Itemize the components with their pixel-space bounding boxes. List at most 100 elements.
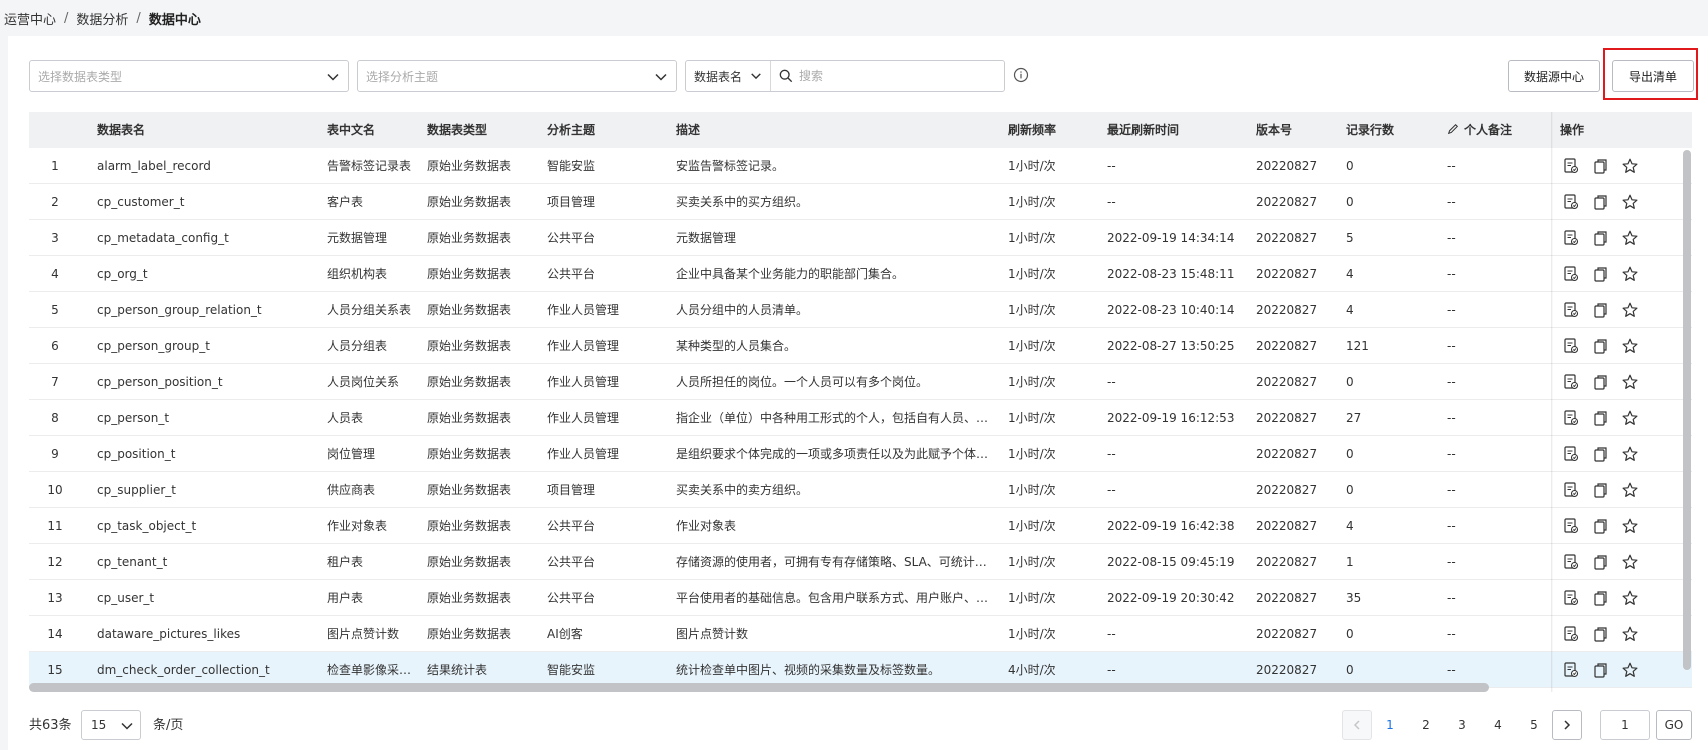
copy-icon[interactable] xyxy=(1591,229,1609,247)
star-icon[interactable] xyxy=(1621,265,1639,283)
col-header-topic[interactable]: 分析主题 xyxy=(547,112,595,148)
star-icon[interactable] xyxy=(1621,409,1639,427)
star-icon[interactable] xyxy=(1621,517,1639,535)
detail-icon[interactable] xyxy=(1562,481,1580,499)
star-icon[interactable] xyxy=(1621,193,1639,211)
copy-icon[interactable] xyxy=(1591,373,1609,391)
detail-icon[interactable] xyxy=(1562,193,1580,211)
table-row[interactable]: 10 cp_supplier_t 供应商表 原始业务数据表 项目管理 买卖关系中的卖方组织… xyxy=(29,472,1692,508)
detail-icon[interactable] xyxy=(1562,337,1580,355)
col-header-table-name[interactable]: 数据表名 xyxy=(97,112,145,148)
search-input[interactable] xyxy=(799,62,1000,90)
datasource-center-button[interactable]: 数据源中心 xyxy=(1508,60,1600,92)
col-header-last-refresh[interactable]: 最近刷新时间 xyxy=(1107,112,1179,148)
copy-icon[interactable] xyxy=(1591,265,1609,283)
copy-icon[interactable] xyxy=(1591,661,1609,679)
prev-page-button[interactable] xyxy=(1342,710,1372,740)
col-header-cn-name[interactable]: 表中文名 xyxy=(327,112,375,148)
table-row[interactable]: 12 cp_tenant_t 租户表 原始业务数据表 公共平台 存储资源的使用者，可拥有专… xyxy=(29,544,1692,580)
star-icon[interactable] xyxy=(1621,481,1639,499)
col-header-remark-label: 个人备注 xyxy=(1464,123,1513,137)
page-jump-input[interactable] xyxy=(1600,710,1650,740)
table-row[interactable]: 8 cp_person_t 人员表 原始业务数据表 作业人员管理 指企业（单位）中各种用工… xyxy=(29,400,1692,436)
detail-icon[interactable] xyxy=(1562,589,1580,607)
copy-icon[interactable] xyxy=(1591,157,1609,175)
chevron-right-icon xyxy=(1564,720,1571,730)
page-number-4[interactable]: 4 xyxy=(1483,710,1513,740)
detail-icon[interactable] xyxy=(1562,553,1580,571)
table-row[interactable]: 9 cp_position_t 岗位管理 原始业务数据表 作业人员管理 是组织要求个体完成… xyxy=(29,436,1692,472)
detail-icon[interactable] xyxy=(1562,445,1580,463)
detail-icon[interactable] xyxy=(1562,661,1580,679)
copy-icon[interactable] xyxy=(1591,193,1609,211)
breadcrumb-item-data-analysis[interactable]: 数据分析 xyxy=(76,9,128,28)
page-size-select[interactable]: 15 xyxy=(81,710,141,740)
col-header-refresh-freq[interactable]: 刷新频率 xyxy=(1008,112,1056,148)
star-icon[interactable] xyxy=(1621,229,1639,247)
cell-table-name: cp_person_group_t xyxy=(97,339,210,353)
table-row[interactable]: 6 cp_person_group_t 人员分组表 原始业务数据表 作业人员管理 某种类型… xyxy=(29,328,1692,364)
page-go-button[interactable]: GO xyxy=(1656,710,1692,740)
next-page-button[interactable] xyxy=(1552,710,1582,740)
page-number-3[interactable]: 3 xyxy=(1447,710,1477,740)
detail-icon[interactable] xyxy=(1562,229,1580,247)
detail-icon[interactable] xyxy=(1562,517,1580,535)
copy-icon[interactable] xyxy=(1591,553,1609,571)
star-icon[interactable] xyxy=(1621,301,1639,319)
table-row[interactable]: 5 cp_person_group_relation_t 人员分组关系表 原始业务数据… xyxy=(29,292,1692,328)
detail-icon[interactable] xyxy=(1562,373,1580,391)
table-row[interactable]: 14 dataware_pictures_likes 图片点赞计数 原始业务数据表 AI… xyxy=(29,616,1692,652)
copy-icon[interactable] xyxy=(1591,481,1609,499)
star-icon[interactable] xyxy=(1621,625,1639,643)
cell-last-refresh: -- xyxy=(1107,627,1116,641)
copy-icon[interactable] xyxy=(1591,589,1609,607)
col-header-row-count[interactable]: 记录行数 xyxy=(1346,112,1394,148)
star-icon[interactable] xyxy=(1621,553,1639,571)
page-number-1[interactable]: 1 xyxy=(1375,710,1405,740)
col-header-table-type[interactable]: 数据表类型 xyxy=(427,112,487,148)
detail-icon[interactable] xyxy=(1562,265,1580,283)
detail-icon[interactable] xyxy=(1562,625,1580,643)
cell-cn-name: 人员表 xyxy=(327,411,364,425)
cell-index: 9 xyxy=(51,447,59,461)
copy-icon[interactable] xyxy=(1591,337,1609,355)
horizontal-scrollbar[interactable] xyxy=(29,683,1489,692)
table-row[interactable]: 4 cp_org_t 组织机构表 原始业务数据表 公共平台 企业中具备某个业务能力的职能部… xyxy=(29,256,1692,292)
table-row[interactable]: 11 cp_task_object_t 作业对象表 原始业务数据表 公共平台 作业对象表 1… xyxy=(29,508,1692,544)
vertical-scrollbar[interactable] xyxy=(1683,150,1691,670)
table-row[interactable]: 2 cp_customer_t 客户表 原始业务数据表 项目管理 买卖关系中的买方组织。 1… xyxy=(29,184,1692,220)
star-icon[interactable] xyxy=(1621,337,1639,355)
cell-cn-name: 组织机构表 xyxy=(327,267,388,281)
detail-icon[interactable] xyxy=(1562,409,1580,427)
copy-icon[interactable] xyxy=(1591,301,1609,319)
info-icon[interactable] xyxy=(1013,67,1029,83)
copy-icon[interactable] xyxy=(1591,625,1609,643)
cell-remark: -- xyxy=(1447,267,1456,281)
star-icon[interactable] xyxy=(1621,445,1639,463)
star-icon[interactable] xyxy=(1621,661,1639,679)
col-header-remark[interactable]: 个人备注 xyxy=(1447,112,1512,148)
star-icon[interactable] xyxy=(1621,373,1639,391)
copy-icon[interactable] xyxy=(1591,445,1609,463)
cell-row-count: 0 xyxy=(1346,195,1354,209)
star-icon[interactable] xyxy=(1621,589,1639,607)
page-number-5[interactable]: 5 xyxy=(1519,710,1549,740)
table-row[interactable]: 7 cp_person_position_t 人员岗位关系 原始业务数据表 作业人员管理… xyxy=(29,364,1692,400)
table-row[interactable]: 1 alarm_label_record 告警标签记录表 原始业务数据表 智能安监 安监告… xyxy=(29,148,1692,184)
table-type-select[interactable]: 选择数据表类型 xyxy=(29,60,349,92)
copy-icon[interactable] xyxy=(1591,517,1609,535)
table-row[interactable]: 3 cp_metadata_config_t 元数据管理 原始业务数据表 公共平台 元数据… xyxy=(29,220,1692,256)
col-header-desc[interactable]: 描述 xyxy=(676,112,700,148)
cell-cn-name: 岗位管理 xyxy=(327,447,376,461)
topic-select[interactable]: 选择分析主题 xyxy=(357,60,677,92)
col-header-version[interactable]: 版本号 xyxy=(1256,112,1292,148)
detail-icon[interactable] xyxy=(1562,157,1580,175)
search-field-select[interactable]: 数据表名 xyxy=(686,61,772,91)
page-number-2[interactable]: 2 xyxy=(1411,710,1441,740)
copy-icon[interactable] xyxy=(1591,409,1609,427)
detail-icon[interactable] xyxy=(1562,301,1580,319)
star-icon[interactable] xyxy=(1621,157,1639,175)
table-row[interactable]: 13 cp_user_t 用户表 原始业务数据表 公共平台 平台使用者的基础信息。包含用户… xyxy=(29,580,1692,616)
breadcrumb-item-ops-center[interactable]: 运营中心 xyxy=(4,9,56,28)
cell-row-count: 35 xyxy=(1346,591,1362,605)
